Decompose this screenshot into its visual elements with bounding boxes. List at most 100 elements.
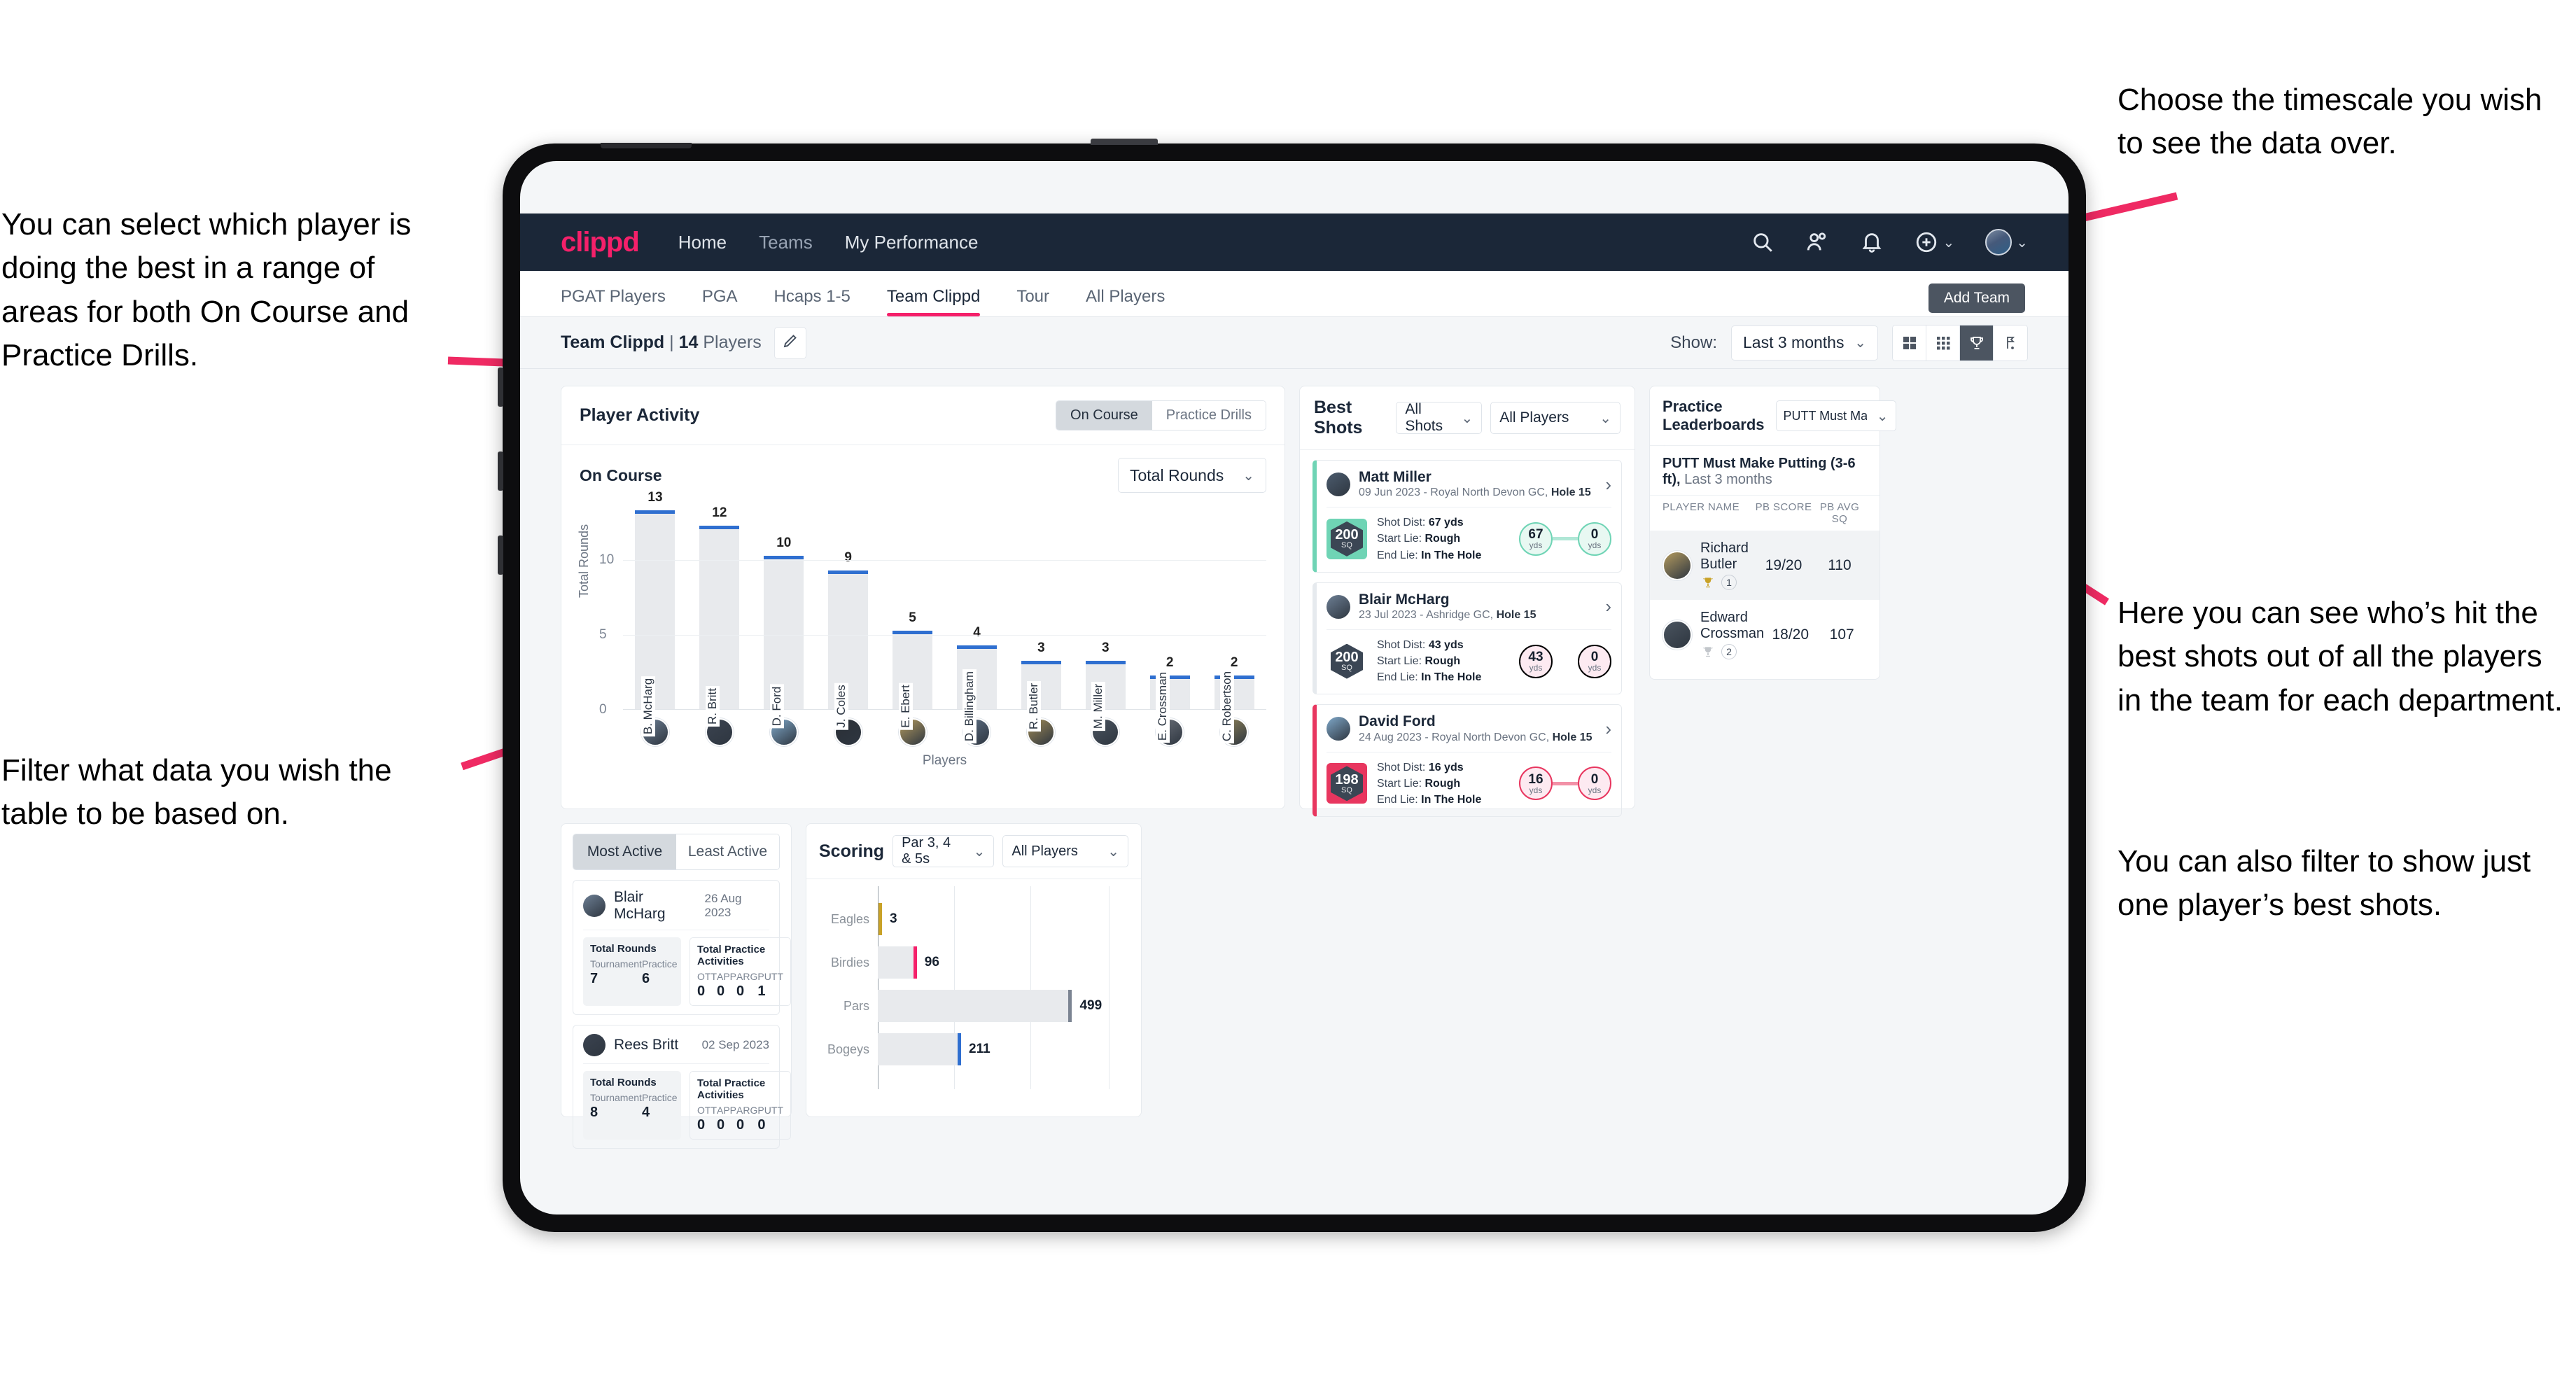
tab-pgat-players[interactable]: PGAT Players xyxy=(561,287,666,316)
nav-link-home[interactable]: Home xyxy=(678,232,727,253)
chart-bar-group[interactable]: 9 J. Coles xyxy=(816,500,881,730)
scoring-row[interactable]: Eagles 3 xyxy=(820,897,1127,941)
dashboard-content: Player Activity On Course Practice Drill… xyxy=(520,369,2068,1149)
timescale-select[interactable]: Last 3 months ⌄ xyxy=(1731,325,1878,360)
player-avatar xyxy=(583,1034,606,1056)
best-shots-title: Best Shots xyxy=(1314,398,1363,438)
activity-card-header: Blair McHarg 26 Aug 2023 xyxy=(583,889,769,923)
table-row[interactable]: Richard Butler 1 19/20 110 xyxy=(1650,531,1879,600)
segment-practice-drills[interactable]: Practice Drills xyxy=(1152,401,1266,430)
scoring-row[interactable]: Pars 499 xyxy=(820,984,1127,1028)
grid-large-view-button[interactable] xyxy=(1893,325,1926,360)
bell-icon[interactable] xyxy=(1860,230,1884,254)
rounds-key: Tournament xyxy=(590,1092,642,1103)
table-row[interactable]: Edward Crossman 2 18/20 107 xyxy=(1650,600,1879,669)
tab-hcaps-1-5[interactable]: Hcaps 1-5 xyxy=(774,287,850,316)
chevron-down-icon: ⌄ xyxy=(973,844,986,860)
nav-link-teams[interactable]: Teams xyxy=(759,232,813,253)
leaderboard-player-info: Richard Butler 1 xyxy=(1700,540,1755,590)
chart-gridline xyxy=(623,559,1266,561)
tab-most-active[interactable]: Most Active xyxy=(573,834,676,869)
scoring-value: 211 xyxy=(969,1042,990,1056)
scoring-category-label: Pars xyxy=(843,998,869,1013)
chevron-right-icon[interactable]: › xyxy=(1605,596,1611,617)
tab-least-active[interactable]: Least Active xyxy=(676,834,779,869)
edit-team-button[interactable] xyxy=(774,326,806,359)
column-pb-score: PB SCORE xyxy=(1755,501,1812,513)
metric-select[interactable]: Total Rounds ⌄ xyxy=(1118,458,1266,493)
chevron-right-icon[interactable]: › xyxy=(1605,718,1611,740)
scoring-bar[interactable] xyxy=(878,1033,962,1065)
chart-bar-group[interactable]: 3 M. Miller xyxy=(1073,500,1138,732)
grid-small-view-button[interactable] xyxy=(1926,325,1960,360)
scoring-bar[interactable] xyxy=(878,946,917,979)
scoring-track: 96 xyxy=(878,946,1127,979)
practice-column: APP 0 xyxy=(717,971,736,1000)
trophy-view-button[interactable] xyxy=(1960,325,1994,360)
power-button[interactable] xyxy=(1091,139,1158,145)
leaderboard-pb-avg-sq: 107 xyxy=(1829,626,1854,643)
drill-select[interactable]: PUTT Must Make Putting ... ⌄ xyxy=(1775,400,1896,431)
chart-bar-label: R. Britt xyxy=(705,686,720,727)
chevron-down-icon: ⌄ xyxy=(1107,844,1119,860)
best-shot-card[interactable]: David Ford 24 Aug 2023 - Royal North Devo… xyxy=(1312,704,1622,818)
flag-view-button[interactable] xyxy=(1994,325,2027,360)
chart-bar-group[interactable]: 2 E. Crossman xyxy=(1138,500,1202,743)
scoring-bar[interactable] xyxy=(878,903,882,935)
chart-bar-group[interactable]: 13 B. McHarg xyxy=(623,490,687,737)
chart-bar-group[interactable]: 4 D. Billingham xyxy=(945,500,1009,744)
chart-bar-group[interactable]: 10 D. Ford xyxy=(752,500,816,729)
chart-bar-group[interactable]: 12 R. Britt xyxy=(687,500,752,727)
search-icon[interactable] xyxy=(1751,230,1774,254)
volume-up-button[interactable] xyxy=(498,368,503,407)
profile-menu[interactable]: ⌄ xyxy=(1985,229,2028,255)
plus-circle-menu[interactable]: ⌄ xyxy=(1914,230,1954,254)
best-shot-meta: 24 Aug 2023 - Royal North Devon GC, Hole… xyxy=(1359,731,1592,743)
chart-bar[interactable]: 12 xyxy=(699,505,740,709)
chevron-down-icon: ⌄ xyxy=(1854,335,1866,351)
scoring-row[interactable]: Birdies 96 xyxy=(820,941,1127,984)
chart-bar-group[interactable]: 2 C. Robertson xyxy=(1202,500,1266,744)
scoring-bar[interactable] xyxy=(878,990,1072,1022)
hexagon-icon: 200 SQ xyxy=(1331,643,1363,679)
chevron-down-icon: ⌄ xyxy=(1461,410,1474,426)
people-icon[interactable] xyxy=(1805,230,1829,254)
scoring-chart: Eagles 3 Birdies 96 Pars 499 Bogeys 211 xyxy=(806,879,1141,1089)
practice-column: APP 0 xyxy=(717,1105,736,1133)
best-shots-player-select[interactable]: All Players ⌄ xyxy=(1490,402,1621,434)
best-shot-player-name: Matt Miller xyxy=(1359,469,1432,485)
rounds-value: 8 xyxy=(590,1105,598,1120)
add-team-tooltip[interactable]: Add Team xyxy=(1928,284,2025,313)
side-button[interactable] xyxy=(498,536,503,575)
tab-pga[interactable]: PGA xyxy=(702,287,738,316)
best-shot-card[interactable]: Blair McHarg 23 Jul 2023 - Ashridge GC, H… xyxy=(1312,582,1622,695)
practice-value: 0 xyxy=(697,1117,706,1133)
volume-down-button[interactable] xyxy=(498,451,503,491)
clippd-logo[interactable]: clippd xyxy=(561,227,640,258)
best-shot-card[interactable]: Matt Miller 09 Jun 2023 - Royal North Dev… xyxy=(1312,460,1622,573)
par-select[interactable]: Par 3, 4 & 5s ⌄ xyxy=(892,835,995,867)
chart-bar-group[interactable]: 5 E. Ebert xyxy=(881,500,945,730)
chevron-down-icon: ⌄ xyxy=(2016,234,2028,251)
tab-team-clippd[interactable]: Team Clippd xyxy=(886,287,981,316)
best-shot-body: 200 SQ Shot Dist: 43 yds Start Lie: Rough En… xyxy=(1326,629,1611,686)
activity-player-card[interactable]: Rees Britt 02 Sep 2023 Total Rounds Tournam… xyxy=(573,1025,791,1149)
best-shot-meta: 09 Jun 2023 - Royal North Devon GC, Hole… xyxy=(1359,486,1591,499)
segment-on-course[interactable]: On Course xyxy=(1056,401,1152,430)
activity-player-card[interactable]: Blair McHarg 26 Aug 2023 Total Rounds Tourn… xyxy=(573,880,791,1015)
scoring-track: 3 xyxy=(878,903,1127,935)
tab-all-players[interactable]: All Players xyxy=(1086,287,1165,316)
tab-tour[interactable]: Tour xyxy=(1016,287,1049,316)
best-shot-player-name: Blair McHarg xyxy=(1359,591,1450,608)
shot-type-select[interactable]: All Shots ⌄ xyxy=(1396,401,1483,434)
chart-y-tick: 5 xyxy=(599,626,607,642)
chart-bar-group[interactable]: 3 R. Butler xyxy=(1009,500,1073,732)
best-shot-details: Shot Dist: 67 yds Start Lie: Rough End Lie… xyxy=(1377,514,1481,564)
chart-bar-value: 3 xyxy=(1037,640,1045,655)
activity-ranking-tabs: Most Active Least Active xyxy=(573,834,780,870)
scoring-row[interactable]: Bogeys 211 xyxy=(820,1028,1127,1071)
practice-value: 0 xyxy=(736,1117,745,1133)
chevron-right-icon[interactable]: › xyxy=(1605,474,1611,496)
nav-link-my-performance[interactable]: My Performance xyxy=(845,232,979,253)
scoring-player-select[interactable]: All Players ⌄ xyxy=(1002,835,1128,867)
